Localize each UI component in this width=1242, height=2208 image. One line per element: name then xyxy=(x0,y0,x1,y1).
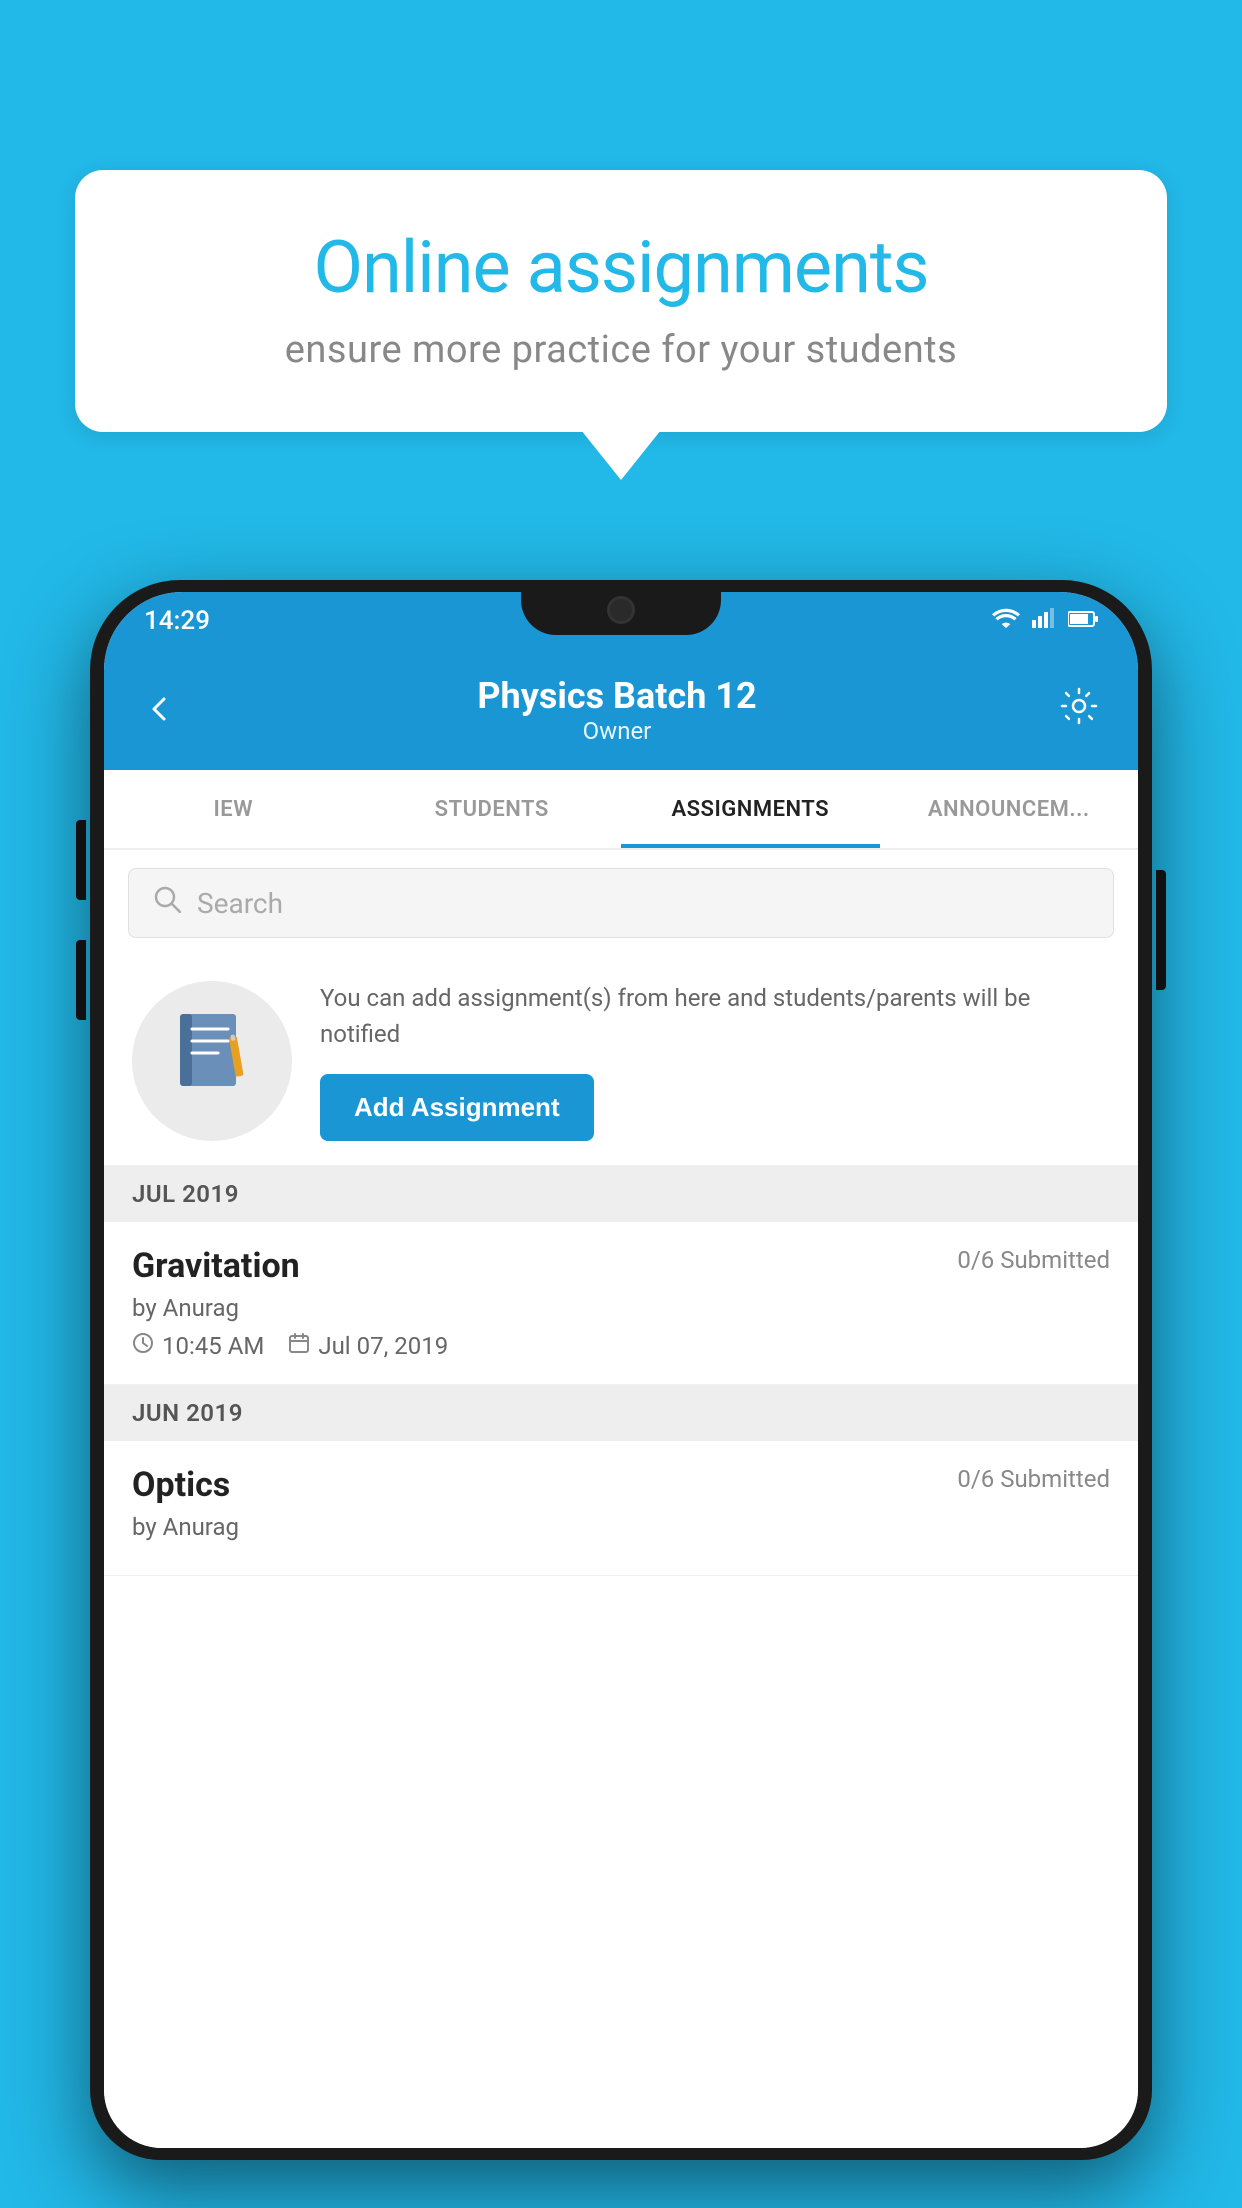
bubble-title: Online assignments xyxy=(145,225,1097,310)
section-header-jul: JUL 2019 xyxy=(104,1166,1138,1222)
power-button xyxy=(1156,870,1166,990)
notebook-icon xyxy=(172,1009,252,1112)
assignment-meta: 10:45 AM Jul 07, 201 xyxy=(132,1332,1110,1360)
assignment-submitted-optics: 0/6 Submitted xyxy=(957,1465,1110,1493)
assignment-top-optics: Optics 0/6 Submitted xyxy=(132,1465,1110,1505)
wifi-icon xyxy=(992,608,1020,634)
status-icons xyxy=(992,608,1098,634)
status-time: 14:29 xyxy=(144,606,210,636)
content-area: Search xyxy=(104,850,1138,2148)
tabs-bar: IEW STUDENTS ASSIGNMENTS ANNOUNCEM... xyxy=(104,770,1138,850)
assignment-name: Gravitation xyxy=(132,1246,300,1286)
promo-right: You can add assignment(s) from here and … xyxy=(320,980,1110,1141)
search-bar[interactable]: Search xyxy=(128,868,1114,938)
battery-icon xyxy=(1068,609,1098,634)
tab-announcements[interactable]: ANNOUNCEM... xyxy=(880,770,1139,848)
calendar-icon xyxy=(288,1332,310,1360)
clock-icon xyxy=(132,1332,154,1360)
settings-button[interactable] xyxy=(1060,687,1098,734)
assignment-item-optics[interactable]: Optics 0/6 Submitted by Anurag xyxy=(104,1441,1138,1576)
front-camera xyxy=(607,596,635,624)
phone-frame: 14:29 xyxy=(90,580,1152,2208)
app-header: Physics Batch 12 Owner xyxy=(104,650,1138,770)
speech-bubble-container: Online assignments ensure more practice … xyxy=(75,170,1167,432)
search-icon xyxy=(153,885,181,921)
section-header-jun: JUN 2019 xyxy=(104,1385,1138,1441)
speech-bubble: Online assignments ensure more practice … xyxy=(75,170,1167,432)
tab-students[interactable]: STUDENTS xyxy=(363,770,622,848)
tab-iew[interactable]: IEW xyxy=(104,770,363,848)
header-subtitle: Owner xyxy=(477,717,756,745)
signal-icon xyxy=(1032,608,1056,634)
promo-block: You can add assignment(s) from here and … xyxy=(104,956,1138,1166)
phone-body: 14:29 xyxy=(90,580,1152,2160)
search-container: Search xyxy=(104,850,1138,956)
assignment-submitted: 0/6 Submitted xyxy=(957,1246,1110,1274)
assignment-date: Jul 07, 2019 xyxy=(288,1332,448,1360)
back-button[interactable] xyxy=(144,687,174,734)
add-assignment-button[interactable]: Add Assignment xyxy=(320,1074,594,1141)
search-placeholder: Search xyxy=(197,887,283,920)
volume-up-button xyxy=(76,820,86,900)
assignment-top: Gravitation 0/6 Submitted xyxy=(132,1246,1110,1286)
volume-down-button xyxy=(76,940,86,1020)
assignment-by-optics: by Anurag xyxy=(132,1513,1110,1541)
phone-notch xyxy=(521,580,721,635)
phone-screen: 14:29 xyxy=(104,592,1138,2148)
assignment-name-optics: Optics xyxy=(132,1465,230,1505)
assignment-item-gravitation[interactable]: Gravitation 0/6 Submitted by Anurag xyxy=(104,1222,1138,1385)
assignment-by: by Anurag xyxy=(132,1294,1110,1322)
tab-assignments[interactable]: ASSIGNMENTS xyxy=(621,770,880,848)
bubble-subtitle: ensure more practice for your students xyxy=(145,328,1097,372)
assignment-icon-circle xyxy=(132,981,292,1141)
assignment-time: 10:45 AM xyxy=(132,1332,264,1360)
promo-description: You can add assignment(s) from here and … xyxy=(320,980,1110,1052)
header-title-area: Physics Batch 12 Owner xyxy=(477,675,756,745)
header-title: Physics Batch 12 xyxy=(477,675,756,717)
